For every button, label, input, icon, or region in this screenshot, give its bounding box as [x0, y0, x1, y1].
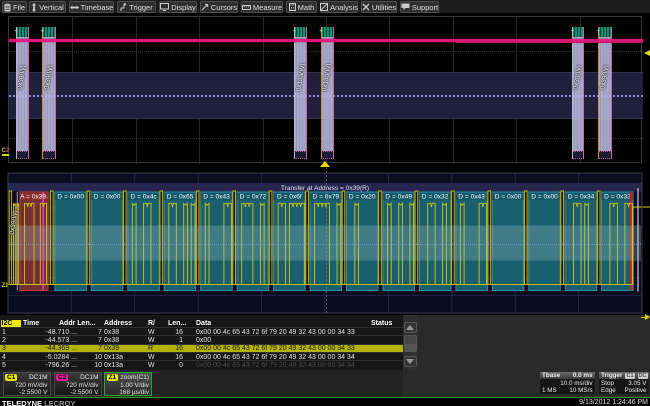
svg-text:D = 0x49: D = 0x49 [385, 194, 412, 201]
svg-text:D = 0x65: D = 0x65 [167, 194, 194, 201]
svg-text:D = 0x00: D = 0x00 [495, 194, 522, 201]
svg-text:D = 0x33: D = 0x33 [604, 194, 631, 201]
svg-text:D = 0x00: D = 0x00 [94, 194, 121, 201]
svg-text:D = 0x00: D = 0x00 [531, 194, 558, 201]
svg-text:D = 0x43: D = 0x43 [458, 194, 485, 201]
svg-text:A = 0x39.: A = 0x39. [20, 194, 48, 201]
svg-text:D = 0x00: D = 0x00 [57, 194, 84, 201]
svg-text:D = 0x4c: D = 0x4c [130, 194, 157, 201]
svg-text:D = 0x43: D = 0x43 [203, 194, 230, 201]
svg-text:D = 0x20: D = 0x20 [349, 194, 376, 201]
svg-text:D = 0x6f: D = 0x6f [277, 194, 302, 201]
svg-text:D = 0x72: D = 0x72 [240, 194, 267, 201]
svg-text:D = 0x32: D = 0x32 [422, 194, 449, 201]
svg-text:D = 0x34: D = 0x34 [568, 194, 595, 201]
